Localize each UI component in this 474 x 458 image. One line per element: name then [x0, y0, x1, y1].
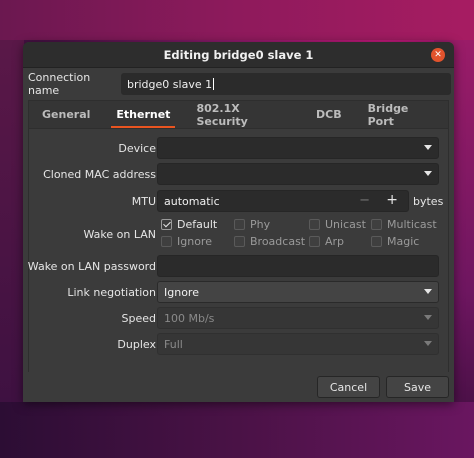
wol-broadcast-label: Broadcast — [250, 235, 306, 248]
wol-arp-checkbox[interactable]: Arp — [309, 235, 344, 248]
cancel-button[interactable]: Cancel — [317, 376, 380, 398]
wol-row: Wake on LAN Default Phy Unicast Multicas… — [29, 217, 448, 251]
minus-icon[interactable]: − — [359, 193, 370, 208]
wol-phy-checkbox[interactable]: Phy — [234, 218, 270, 231]
wol-default-label: Default — [177, 218, 218, 231]
checkbox-icon — [234, 219, 245, 230]
link-negotiation-label: Link negotiation — [67, 285, 156, 299]
chevron-down-icon — [424, 315, 432, 320]
speed-select[interactable]: 100 Mb/s — [157, 307, 439, 329]
wol-multicast-checkbox[interactable]: Multicast — [371, 218, 437, 231]
device-label: Device — [118, 141, 156, 155]
chevron-down-icon — [424, 171, 432, 176]
device-combo[interactable] — [157, 137, 439, 159]
wol-unicast-checkbox[interactable]: Unicast — [309, 218, 366, 231]
device-row: Device — [29, 137, 448, 159]
duplex-row: Duplex Full — [29, 333, 448, 355]
wol-ignore-checkbox[interactable]: Ignore — [161, 235, 212, 248]
desktop-background-left — [0, 40, 24, 458]
wol-password-row: Wake on LAN password — [27, 255, 448, 277]
desktop-background-bottom — [0, 402, 474, 458]
wol-multicast-label: Multicast — [387, 218, 437, 231]
wol-password-input[interactable] — [157, 255, 439, 277]
link-negotiation-value: Ignore — [164, 285, 199, 299]
checkbox-checked-icon — [161, 219, 172, 230]
tab-dcb[interactable]: DCB — [303, 101, 355, 128]
chevron-down-icon — [424, 289, 432, 294]
wol-default-checkbox[interactable]: Default — [161, 218, 217, 231]
link-negotiation-select[interactable]: Ignore — [157, 281, 439, 303]
wol-password-label: Wake on LAN password — [27, 259, 156, 273]
title-bar[interactable]: Editing bridge0 slave 1 ✕ — [23, 42, 454, 68]
mtu-label: MTU — [131, 194, 156, 208]
connection-name-label: Connection name — [28, 71, 91, 97]
close-icon: ✕ — [434, 50, 442, 60]
tabs-frame: General Ethernet 802.1X Security DCB Bri… — [28, 100, 449, 400]
tab-bar: General Ethernet 802.1X Security DCB Bri… — [29, 101, 448, 129]
duplex-value: Full — [164, 337, 183, 351]
save-button[interactable]: Save — [386, 376, 449, 398]
connection-name-value: bridge0 slave 1 — [127, 77, 213, 91]
tab-general[interactable]: General — [29, 101, 103, 128]
duplex-label: Duplex — [117, 337, 156, 351]
speed-value: 100 Mb/s — [164, 311, 215, 325]
edit-connection-dialog: Editing bridge0 slave 1 ✕ Connection nam… — [23, 42, 454, 402]
window-title: Editing bridge0 slave 1 — [163, 47, 314, 62]
wol-magic-label: Magic — [387, 235, 420, 248]
checkbox-icon — [371, 219, 382, 230]
plus-icon[interactable]: + — [386, 192, 398, 208]
cloned-mac-combo[interactable] — [157, 163, 439, 185]
desktop-background-top — [0, 0, 474, 40]
close-button[interactable]: ✕ — [431, 48, 445, 62]
tab-ethernet[interactable]: Ethernet — [103, 101, 183, 128]
wol-ignore-label: Ignore — [177, 235, 212, 248]
mtu-stepper[interactable]: automatic − + — [157, 190, 409, 212]
speed-row: Speed 100 Mb/s — [29, 307, 448, 329]
wol-arp-label: Arp — [325, 235, 345, 248]
duplex-select[interactable]: Full — [157, 333, 439, 355]
mtu-unit: bytes — [413, 194, 444, 208]
wol-magic-checkbox[interactable]: Magic — [371, 235, 419, 248]
dialog-button-bar: Cancel Save — [23, 372, 454, 402]
cloned-mac-label: Cloned MAC address — [43, 167, 156, 181]
connection-name-input[interactable]: bridge0 slave 1 — [121, 73, 451, 95]
wol-broadcast-checkbox[interactable]: Broadcast — [234, 235, 305, 248]
checkbox-icon — [371, 236, 382, 247]
wol-unicast-label: Unicast — [325, 218, 366, 231]
wol-phy-label: Phy — [250, 218, 271, 231]
connection-name-row: Connection name bridge0 slave 1 — [23, 68, 454, 100]
link-negotiation-row: Link negotiation Ignore — [29, 281, 448, 303]
mtu-row: MTU automatic − + bytes — [29, 190, 448, 212]
text-caret — [213, 78, 215, 90]
chevron-down-icon — [424, 341, 432, 346]
wol-label: Wake on LAN — [83, 227, 157, 241]
checkbox-icon — [309, 219, 320, 230]
cloned-mac-row: Cloned MAC address — [29, 163, 448, 185]
tab-bridge-port[interactable]: Bridge Port — [355, 101, 448, 128]
speed-label: Speed — [121, 311, 156, 325]
tab-8021x-security[interactable]: 802.1X Security — [183, 101, 303, 128]
chevron-down-icon — [424, 145, 432, 150]
checkbox-icon — [161, 236, 172, 247]
mtu-value: automatic — [164, 194, 220, 208]
checkbox-icon — [234, 236, 245, 247]
checkbox-icon — [309, 236, 320, 247]
